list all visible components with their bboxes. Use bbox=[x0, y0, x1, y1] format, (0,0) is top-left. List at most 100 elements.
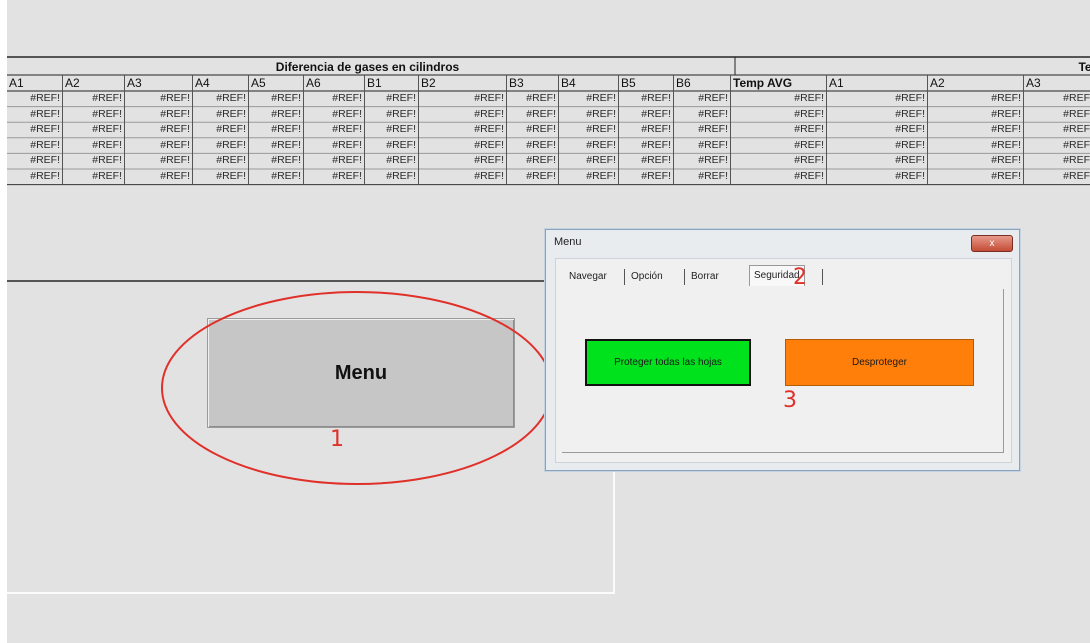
table-cell[interactable]: #REF! bbox=[249, 93, 304, 105]
table-cell[interactable]: #REF! bbox=[619, 171, 674, 183]
table-cell[interactable]: #REF! bbox=[419, 140, 507, 152]
table-cell[interactable]: #REF! bbox=[619, 93, 674, 105]
protect-all-sheets-button[interactable]: Proteger todas las hojas bbox=[585, 339, 751, 386]
table-cell[interactable]: #REF! bbox=[304, 124, 365, 136]
table-cell[interactable]: #REF! bbox=[193, 171, 249, 183]
table-cell[interactable]: #REF! bbox=[674, 140, 731, 152]
table-cell[interactable]: #REF! bbox=[125, 93, 193, 105]
table-cell[interactable]: #REF! bbox=[559, 93, 619, 105]
table-cell[interactable]: #REF! bbox=[419, 124, 507, 136]
table-cell[interactable]: #REF! bbox=[63, 93, 125, 105]
table-cell[interactable]: #REF! bbox=[731, 171, 827, 183]
table-cell[interactable]: #REF! bbox=[249, 124, 304, 136]
table-cell[interactable]: #REF! bbox=[7, 171, 63, 183]
table-cell[interactable]: #REF! bbox=[193, 93, 249, 105]
table-cell[interactable]: #REF bbox=[1024, 155, 1090, 167]
table-cell[interactable]: #REF! bbox=[928, 93, 1024, 105]
table-cell[interactable]: #REF! bbox=[63, 155, 125, 167]
table-cell[interactable]: #REF! bbox=[507, 171, 559, 183]
table-cell[interactable]: #REF! bbox=[674, 124, 731, 136]
table-cell[interactable]: #REF! bbox=[7, 93, 63, 105]
table-cell[interactable]: #REF! bbox=[827, 124, 928, 136]
table-cell[interactable]: #REF! bbox=[928, 109, 1024, 121]
table-cell[interactable]: #REF bbox=[1024, 140, 1090, 152]
table-cell[interactable]: #REF! bbox=[507, 155, 559, 167]
table-cell[interactable]: #REF bbox=[1024, 109, 1090, 121]
table-cell[interactable]: #REF bbox=[1024, 171, 1090, 183]
table-cell[interactable]: #REF! bbox=[731, 155, 827, 167]
table-cell[interactable]: #REF! bbox=[619, 140, 674, 152]
table-cell[interactable]: #REF! bbox=[63, 171, 125, 183]
table-cell[interactable]: #REF! bbox=[304, 109, 365, 121]
table-cell[interactable]: #REF! bbox=[304, 140, 365, 152]
table-cell[interactable]: #REF! bbox=[193, 124, 249, 136]
table-cell[interactable]: #REF bbox=[1024, 124, 1090, 136]
table-cell[interactable]: #REF! bbox=[249, 109, 304, 121]
table-cell[interactable]: #REF! bbox=[507, 93, 559, 105]
table-cell[interactable]: #REF! bbox=[193, 109, 249, 121]
table-cell[interactable]: #REF! bbox=[619, 155, 674, 167]
table-cell[interactable]: #REF! bbox=[674, 109, 731, 121]
table-cell[interactable]: #REF! bbox=[365, 93, 419, 105]
table-cell[interactable]: #REF! bbox=[7, 155, 63, 167]
table-cell[interactable]: #REF! bbox=[827, 155, 928, 167]
table-cell[interactable]: #REF! bbox=[125, 109, 193, 121]
table-cell[interactable]: #REF! bbox=[304, 171, 365, 183]
table-cell[interactable]: #REF! bbox=[125, 171, 193, 183]
table-cell[interactable]: #REF! bbox=[365, 171, 419, 183]
table-cell[interactable]: #REF! bbox=[304, 93, 365, 105]
table-cell[interactable]: #REF! bbox=[507, 109, 559, 121]
table-cell[interactable]: #REF! bbox=[419, 93, 507, 105]
table-cell[interactable]: #REF! bbox=[63, 140, 125, 152]
table-cell[interactable]: #REF! bbox=[559, 140, 619, 152]
table-cell[interactable]: #REF! bbox=[365, 109, 419, 121]
unprotect-button[interactable]: Desproteger bbox=[785, 339, 974, 386]
table-cell[interactable]: #REF! bbox=[619, 109, 674, 121]
table-cell[interactable]: #REF! bbox=[559, 171, 619, 183]
table-cell[interactable]: #REF! bbox=[619, 124, 674, 136]
table-cell[interactable]: #REF! bbox=[674, 93, 731, 105]
table-cell[interactable]: #REF bbox=[1024, 93, 1090, 105]
table-cell[interactable]: #REF! bbox=[365, 124, 419, 136]
table-cell[interactable]: #REF! bbox=[507, 140, 559, 152]
table-cell[interactable]: #REF! bbox=[827, 171, 928, 183]
table-cell[interactable]: #REF! bbox=[125, 140, 193, 152]
table-cell[interactable]: #REF! bbox=[559, 124, 619, 136]
table-cell[interactable]: #REF! bbox=[419, 171, 507, 183]
table-cell[interactable]: #REF! bbox=[7, 124, 63, 136]
close-icon[interactable]: x bbox=[990, 238, 995, 249]
table-cell[interactable]: #REF! bbox=[827, 93, 928, 105]
table-cell[interactable]: #REF! bbox=[365, 155, 419, 167]
table-cell[interactable]: #REF! bbox=[928, 155, 1024, 167]
table-cell[interactable]: #REF! bbox=[304, 155, 365, 167]
table-cell[interactable]: #REF! bbox=[731, 109, 827, 121]
table-cell[interactable]: #REF! bbox=[928, 124, 1024, 136]
table-cell[interactable]: #REF! bbox=[559, 155, 619, 167]
table-cell[interactable]: #REF! bbox=[125, 155, 193, 167]
table-cell[interactable]: #REF! bbox=[63, 109, 125, 121]
menu-button[interactable]: Menu bbox=[207, 318, 515, 428]
table-cell[interactable]: #REF! bbox=[827, 140, 928, 152]
table-cell[interactable]: #REF! bbox=[249, 171, 304, 183]
table-cell[interactable]: #REF! bbox=[7, 140, 63, 152]
table-cell[interactable]: #REF! bbox=[731, 124, 827, 136]
table-cell[interactable]: #REF! bbox=[7, 109, 63, 121]
tab-borrar[interactable]: Borrar bbox=[691, 269, 719, 285]
table-cell[interactable]: #REF! bbox=[731, 93, 827, 105]
table-cell[interactable]: #REF! bbox=[827, 109, 928, 121]
table-cell[interactable]: #REF! bbox=[193, 155, 249, 167]
table-cell[interactable]: #REF! bbox=[249, 140, 304, 152]
table-cell[interactable]: #REF! bbox=[419, 155, 507, 167]
tab-navegar[interactable]: Navegar bbox=[569, 269, 607, 285]
table-cell[interactable]: #REF! bbox=[193, 140, 249, 152]
table-cell[interactable]: #REF! bbox=[674, 171, 731, 183]
table-cell[interactable]: #REF! bbox=[559, 109, 619, 121]
table-cell[interactable]: #REF! bbox=[63, 124, 125, 136]
table-cell[interactable]: #REF! bbox=[928, 171, 1024, 183]
table-cell[interactable]: #REF! bbox=[674, 155, 731, 167]
table-cell[interactable]: #REF! bbox=[125, 124, 193, 136]
table-cell[interactable]: #REF! bbox=[928, 140, 1024, 152]
table-cell[interactable]: #REF! bbox=[731, 140, 827, 152]
table-cell[interactable]: #REF! bbox=[365, 140, 419, 152]
tab-opcion[interactable]: Opción bbox=[631, 269, 663, 285]
